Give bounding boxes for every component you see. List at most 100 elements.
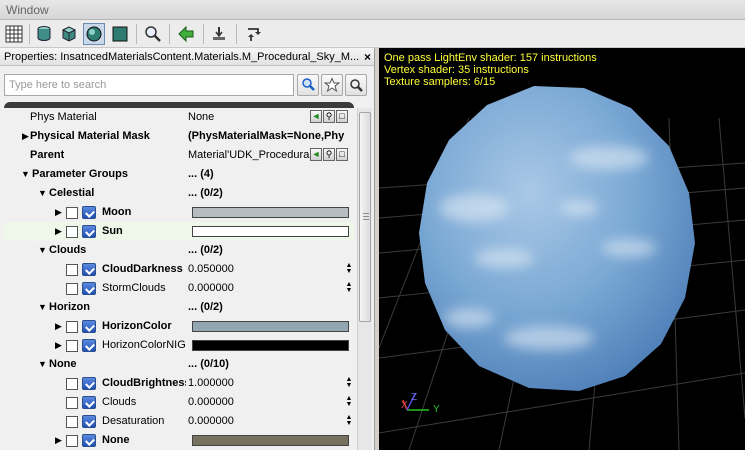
visibility-checkbox-icon[interactable]	[82, 225, 96, 238]
property-value[interactable]: 0.050000	[188, 260, 234, 279]
use-selected-icon[interactable]: ◄	[310, 110, 322, 123]
cylinder-button[interactable]	[33, 23, 55, 45]
visibility-checkbox-icon[interactable]	[82, 434, 96, 447]
expand-right-icon[interactable]: ▶	[22, 127, 29, 146]
property-row-parameter-groups[interactable]: ▼ Parameter Groups ... (4)	[4, 165, 354, 184]
favorites-button[interactable]	[321, 74, 343, 96]
override-checkbox[interactable]	[66, 283, 78, 295]
override-checkbox[interactable]	[66, 207, 78, 219]
cylinder-icon	[37, 26, 51, 41]
property-row-none[interactable]: ▶ None	[4, 431, 354, 450]
grid-icon	[5, 25, 23, 43]
refresh-button[interactable]	[242, 23, 264, 45]
property-row-parent[interactable]: Parent Material'UDK_ProceduralS ◄ ⚲ □	[4, 146, 354, 165]
property-row-physical-material-mask[interactable]: ▶ Physical Material Mask (PhysMaterialMa…	[4, 127, 354, 146]
property-row-clouds[interactable]: Clouds 0.000000 ▲ ▼	[4, 393, 354, 412]
property-value: Material'UDK_ProceduralS	[188, 149, 314, 161]
property-row-clouds-group[interactable]: ▼ Clouds ... (0/2)	[4, 241, 354, 260]
browse-icon[interactable]: ⚲	[323, 110, 335, 123]
material-preview-viewport[interactable]: Z X Y One pass LightEnv shader: 157 inst…	[379, 48, 745, 450]
spinner-icon[interactable]: ▲ ▼	[344, 281, 354, 295]
collapse-down-icon[interactable]: ▼	[38, 184, 47, 203]
grid-button[interactable]	[3, 23, 25, 45]
property-value: ... (0/2)	[188, 244, 223, 256]
spinner-icon[interactable]: ▲ ▼	[344, 395, 354, 409]
override-checkbox[interactable]	[66, 435, 78, 447]
horizon-color-swatch[interactable]	[192, 321, 349, 332]
sun-color-swatch[interactable]	[192, 226, 349, 237]
scrollbar-thumb[interactable]	[359, 112, 371, 322]
property-name: Parameter Groups	[32, 168, 128, 180]
collapse-down-icon[interactable]: ▼	[21, 165, 30, 184]
back-arrow-button[interactable]	[175, 23, 197, 45]
search-input[interactable]: Type here to search	[4, 74, 294, 96]
property-name: Parent	[30, 149, 65, 161]
realtime-button[interactable]	[208, 23, 230, 45]
expand-right-icon[interactable]: ▶	[55, 203, 62, 222]
property-value: ... (4)	[188, 168, 214, 180]
clear-icon[interactable]: □	[336, 148, 348, 161]
visibility-checkbox-icon[interactable]	[82, 339, 96, 352]
none-color-swatch[interactable]	[192, 435, 349, 446]
property-row-storm-clouds[interactable]: StormClouds 0.000000 ▲ ▼	[4, 279, 354, 298]
property-value: (PhysMaterialMask=None,Phy	[188, 130, 345, 142]
expand-right-icon[interactable]: ▶	[55, 336, 62, 355]
visibility-checkbox-icon[interactable]	[82, 377, 96, 390]
override-checkbox[interactable]	[66, 378, 78, 390]
collapse-down-icon[interactable]: ▼	[38, 241, 47, 260]
properties-title: Properties: InsatncedMaterialsContent.Ma…	[0, 48, 374, 66]
property-value[interactable]: 1.000000	[188, 374, 234, 393]
horizon-night-color-swatch[interactable]	[192, 340, 349, 351]
override-checkbox[interactable]	[66, 397, 78, 409]
property-row-horizon-color[interactable]: ▶ HorizonColor	[4, 317, 354, 336]
property-row-none-group[interactable]: ▼ None ... (0/10)	[4, 355, 354, 374]
property-row-celestial[interactable]: ▼ Celestial ... (0/2)	[4, 184, 354, 203]
search-button[interactable]	[297, 74, 319, 96]
property-row-sun[interactable]: ▶ Sun	[4, 222, 354, 241]
zoom-button[interactable]	[142, 23, 164, 45]
property-value[interactable]: 0.000000	[188, 279, 234, 298]
clear-icon[interactable]: □	[336, 110, 348, 123]
plane-button[interactable]	[109, 23, 131, 45]
property-name: Physical Material Mask	[30, 130, 150, 142]
moon-color-swatch[interactable]	[192, 207, 349, 218]
property-row-cloud-brightness[interactable]: CloudBrightness 1.000000 ▲ ▼	[4, 374, 354, 393]
property-row-desaturation[interactable]: Desaturation 0.000000 ▲ ▼	[4, 412, 354, 431]
spinner-icon[interactable]: ▲ ▼	[344, 262, 354, 276]
visibility-checkbox-icon[interactable]	[82, 282, 96, 295]
property-row-phys-material[interactable]: Phys Material None ◄ ⚲ □	[4, 108, 354, 127]
property-name: Phys Material	[30, 111, 97, 123]
cube-button[interactable]	[58, 23, 80, 45]
use-selected-icon[interactable]: ◄	[310, 148, 322, 161]
collapse-down-icon[interactable]: ▼	[38, 298, 47, 317]
axis-label-x: X	[401, 400, 408, 411]
expand-right-icon[interactable]: ▶	[55, 431, 62, 450]
close-icon[interactable]: ×	[364, 48, 371, 65]
expand-right-icon[interactable]: ▶	[55, 317, 62, 336]
property-row-cloud-darkness[interactable]: CloudDarkness 0.050000 ▲ ▼	[4, 260, 354, 279]
filter-button[interactable]	[345, 74, 367, 96]
property-name: None	[102, 434, 130, 446]
visibility-checkbox-icon[interactable]	[82, 396, 96, 409]
override-checkbox[interactable]	[66, 321, 78, 333]
collapse-down-icon[interactable]: ▼	[38, 355, 47, 374]
property-row-moon[interactable]: ▶ Moon	[4, 203, 354, 222]
property-value[interactable]: 0.000000	[188, 412, 234, 431]
visibility-checkbox-icon[interactable]	[82, 320, 96, 333]
visibility-checkbox-icon[interactable]	[82, 415, 96, 428]
expand-right-icon[interactable]: ▶	[55, 222, 62, 241]
property-value[interactable]: 0.000000	[188, 393, 234, 412]
spinner-icon[interactable]: ▲ ▼	[344, 414, 354, 428]
override-checkbox[interactable]	[66, 226, 78, 238]
browse-icon[interactable]: ⚲	[323, 148, 335, 161]
sphere-button[interactable]	[83, 23, 105, 45]
override-checkbox[interactable]	[66, 416, 78, 428]
visibility-checkbox-icon[interactable]	[82, 206, 96, 219]
visibility-checkbox-icon[interactable]	[82, 263, 96, 276]
scrollbar[interactable]	[357, 108, 372, 450]
spinner-icon[interactable]: ▲ ▼	[344, 376, 354, 390]
property-row-horizon-group[interactable]: ▼ Horizon ... (0/2)	[4, 298, 354, 317]
override-checkbox[interactable]	[66, 340, 78, 352]
override-checkbox[interactable]	[66, 264, 78, 276]
property-row-horizon-color-night[interactable]: ▶ HorizonColorNIGHT	[4, 336, 354, 355]
